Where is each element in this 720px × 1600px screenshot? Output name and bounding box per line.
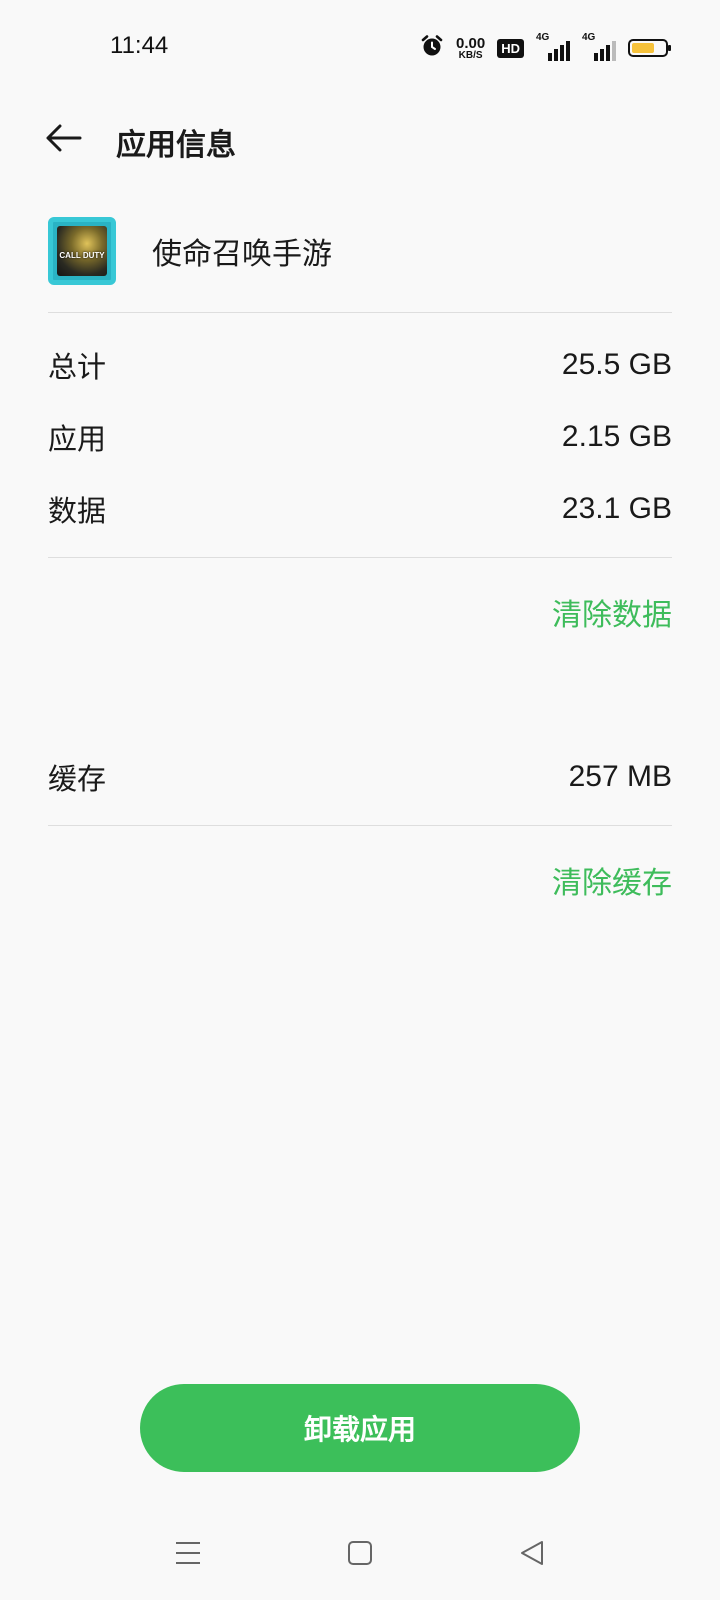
hd-voice-icon: HD [497,38,524,58]
app-header-row: CALL DUTY 使命召唤手游 [48,216,672,286]
storage-label: 总计 [48,350,107,384]
clear-cache-button[interactable]: 清除缓存 [552,858,672,902]
recent-apps-button[interactable] [158,1530,218,1580]
storage-label: 数据 [48,494,107,528]
home-square-icon [347,1540,373,1570]
app-icon: CALL DUTY [48,217,116,285]
network-speed: 0.00 KB/S [456,36,485,61]
app-bar: 应用信息 [0,100,720,180]
home-button[interactable] [330,1530,390,1580]
alarm-clock-icon [420,34,444,62]
divider [48,557,672,558]
back-button[interactable] [36,116,92,164]
network-speed-value: 0.00 [456,34,486,52]
cache-row: 缓存 257 MB [48,752,672,802]
battery-fill [632,43,654,53]
storage-row-app: 应用 2.15 GB [48,412,672,462]
nav-back-button[interactable] [502,1530,562,1580]
storage-value: 23.1 GB [561,492,672,525]
signal-strength-icon: 4G [582,32,616,61]
app-icon-logo-text: CALL DUTY [59,251,105,260]
storage-value: 25.5 GB [561,348,672,381]
storage-row-total: 总计 25.5 GB [48,340,672,390]
menu-icon [174,1540,202,1570]
battery-icon [628,39,671,57]
signal-strength-icon: 4G [536,32,570,61]
arrow-left-icon [44,123,84,157]
status-bar: 11:44 0.00 KB/S HD 4G 4G [0,0,720,96]
storage-value: 2.15 GB [561,420,672,453]
cache-value: 257 MB [568,760,672,793]
uninstall-button[interactable]: 卸载应用 [140,1384,580,1472]
system-navigation-bar [0,1530,720,1580]
network-speed-unit: KB/S [458,49,483,61]
divider [48,825,672,826]
divider [48,312,672,313]
cache-label: 缓存 [48,762,107,796]
status-icons: 0.00 KB/S HD 4G 4G [420,32,671,62]
clear-data-button[interactable]: 清除数据 [552,590,672,634]
app-name: 使命召唤手游 [152,237,332,272]
storage-label: 应用 [48,422,107,456]
storage-row-data: 数据 23.1 GB [48,484,672,534]
back-triangle-icon [519,1540,545,1570]
page-title: 应用信息 [116,128,236,163]
status-time: 11:44 [110,32,169,59]
